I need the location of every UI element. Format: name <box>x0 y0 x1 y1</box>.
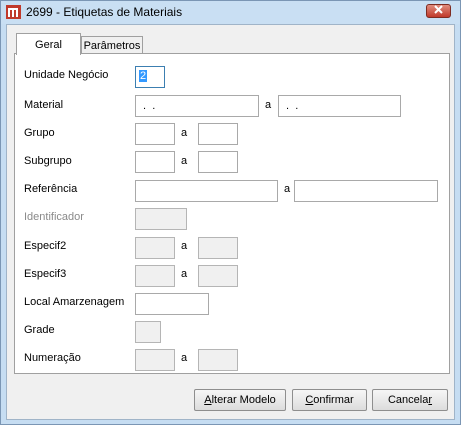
identificador-field <box>135 208 187 230</box>
especif3-label: Especif3 <box>24 268 67 280</box>
cancelar-mnemonic: r <box>428 394 433 406</box>
material-from-field[interactable] <box>135 95 259 117</box>
unidade-negocio-field[interactable]: 2 <box>135 66 165 88</box>
close-icon <box>434 5 443 17</box>
local-armazenagem-field[interactable] <box>135 293 209 315</box>
tab-geral[interactable]: Geral <box>16 33 81 55</box>
tab-geral-label: Geral <box>35 38 62 51</box>
cancelar-label: Cancela <box>387 394 429 406</box>
grupo-sep: a <box>181 127 188 139</box>
alterar-modelo-mnemonic: A <box>204 394 212 406</box>
grupo-label: Grupo <box>24 127 55 139</box>
grade-label: Grade <box>24 324 55 336</box>
confirmar-label: onfirmar <box>313 394 354 406</box>
confirmar-button[interactable]: Confirmar <box>292 389 367 411</box>
especif2-from-field[interactable] <box>135 237 175 259</box>
subgrupo-to-field[interactable] <box>198 151 238 173</box>
especif3-to-field[interactable] <box>198 265 238 287</box>
especif2-label: Especif2 <box>24 240 67 252</box>
alterar-modelo-label: lterar Modelo <box>211 394 276 406</box>
especif3-from-field[interactable] <box>135 265 175 287</box>
tab-parametros-label: Parâmetros <box>83 40 141 52</box>
app-logo-icon <box>6 5 21 19</box>
subgrupo-from-field[interactable] <box>135 151 175 173</box>
grupo-from-field[interactable] <box>135 123 175 145</box>
cancelar-button[interactable]: Cancela r <box>372 389 448 411</box>
material-sep: a <box>265 99 272 111</box>
local-armazenagem-label: Local Amarzenagem <box>24 296 125 308</box>
numeracao-sep: a <box>181 352 188 364</box>
alterar-modelo-button[interactable]: Alterar Modelo <box>194 389 286 411</box>
especif2-sep: a <box>181 240 188 252</box>
window-title: 2699 - Etiquetas de Materiais <box>26 5 183 19</box>
dialog-client-area: Geral Parâmetros Unidade Negócio 2 Mater… <box>6 24 455 420</box>
material-to-field[interactable] <box>278 95 401 117</box>
material-label: Material <box>24 99 64 111</box>
especif3-sep: a <box>181 268 188 280</box>
dialog-window: 2699 - Etiquetas de Materiais Geral Parâ… <box>0 0 461 425</box>
unidade-negocio-label: Unidade Negócio <box>24 69 109 81</box>
numeracao-to-field <box>198 349 238 371</box>
especif2-to-field[interactable] <box>198 237 238 259</box>
referencia-to-field[interactable] <box>294 180 438 202</box>
title-bar[interactable]: 2699 - Etiquetas de Materiais <box>1 1 460 24</box>
grupo-to-field[interactable] <box>198 123 238 145</box>
identificador-label: Identificador <box>24 211 84 223</box>
referencia-from-field[interactable] <box>135 180 278 202</box>
numeracao-from-field <box>135 349 175 371</box>
subgrupo-sep: a <box>181 155 188 167</box>
referencia-sep: a <box>284 183 291 195</box>
grade-field[interactable] <box>135 321 161 343</box>
referencia-label: Referência <box>24 183 78 195</box>
confirmar-mnemonic: C <box>305 394 314 406</box>
subgrupo-label: Subgrupo <box>24 155 72 167</box>
numeracao-label: Numeração <box>24 352 81 364</box>
tab-panel-geral: Unidade Negócio 2 Material a Grupo a Sub… <box>14 53 450 374</box>
close-button[interactable] <box>426 4 451 18</box>
